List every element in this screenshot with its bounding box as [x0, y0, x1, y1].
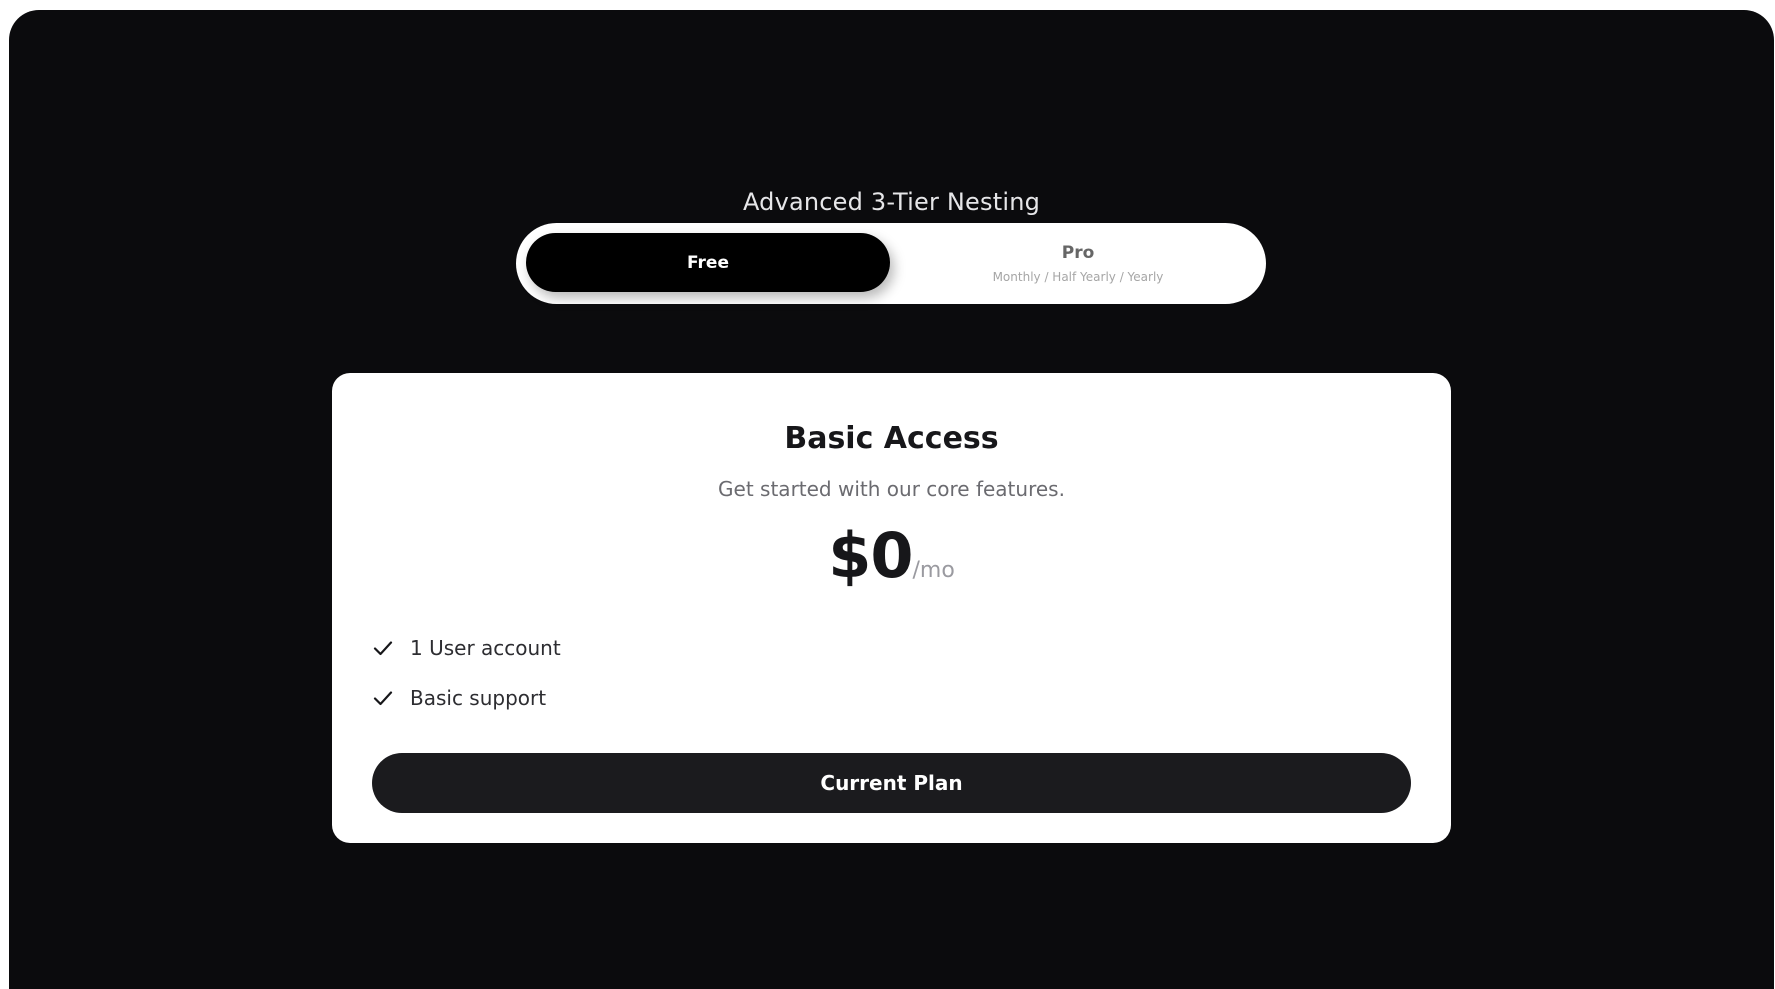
- plan-title: Basic Access: [784, 421, 999, 456]
- check-icon: [372, 637, 394, 659]
- feature-list: 1 User account Basic support: [372, 623, 561, 723]
- feature-item: 1 User account: [372, 623, 561, 673]
- plan-price: $0/mo: [332, 519, 1451, 592]
- price-period: /mo: [912, 558, 955, 583]
- toggle-option-free[interactable]: Free: [526, 233, 890, 292]
- pricing-card: Basic Access Get started with our core f…: [332, 373, 1451, 843]
- plan-tier-toggle: Free Pro Monthly / Half Yearly / Yearly: [516, 223, 1266, 304]
- toggle-pro-label: Pro: [1061, 243, 1095, 263]
- current-plan-button[interactable]: Current Plan: [372, 753, 1411, 813]
- toggle-pro-billing-options: Monthly / Half Yearly / Yearly: [992, 270, 1164, 284]
- feature-item: Basic support: [372, 673, 561, 723]
- toggle-option-pro[interactable]: Pro Monthly / Half Yearly / Yearly: [890, 223, 1266, 304]
- price-amount: $0: [828, 519, 913, 592]
- feature-label: 1 User account: [410, 636, 561, 660]
- page-background: Advanced 3-Tier Nesting Free Pro Monthly…: [9, 10, 1774, 989]
- check-icon: [372, 687, 394, 709]
- feature-label: Basic support: [410, 686, 547, 710]
- page-heading: Advanced 3-Tier Nesting: [742, 188, 1041, 216]
- plan-description: Get started with our core features.: [718, 477, 1065, 501]
